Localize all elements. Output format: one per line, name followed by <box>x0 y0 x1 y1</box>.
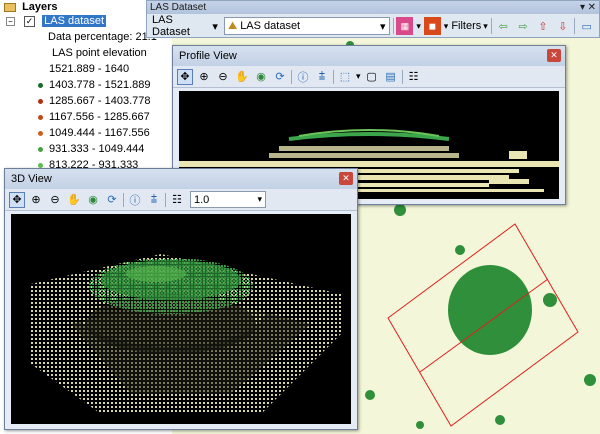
legend-label: 1521.889 - 1640 <box>49 63 130 75</box>
refresh-icon[interactable]: ⟳ <box>272 69 288 85</box>
3d-view-titlebar[interactable]: 3D View ✕ <box>5 169 357 189</box>
exaggeration-select[interactable]: 1.0 ▾ <box>190 191 266 208</box>
legend-label: 1403.778 - 1521.889 <box>49 79 151 91</box>
las-dataset-menu[interactable]: LAS Dataset ▾ <box>149 14 221 38</box>
legend-swatch-icon <box>38 98 43 104</box>
3d-canvas[interactable] <box>11 214 351 424</box>
legend-swatch-icon <box>38 114 43 120</box>
layers-label: Layers <box>22 1 58 13</box>
profile-view-titlebar[interactable]: Profile View ✕ <box>173 46 565 66</box>
graph-icon[interactable]: ▤ <box>383 69 399 85</box>
legend-swatch-icon <box>38 146 43 152</box>
filters-menu[interactable]: Filters ▾ <box>451 20 487 32</box>
separator <box>291 69 292 84</box>
profile-view-toolbar: ✥ ⊕ ⊖ ✋ ◉ ⟳ ⓘ ⩲ ⬚ ▾ ▢ ▤ ☷ <box>173 66 565 88</box>
chevron-down-icon[interactable]: ▾ <box>444 21 449 32</box>
toolbar-titlebar[interactable]: LAS Dataset ▾ ✕ <box>147 1 599 14</box>
3d-view-title: 3D View <box>11 173 52 185</box>
elevation-heading: LAS point elevation <box>52 47 147 59</box>
chevron-down-icon: ▾ <box>380 20 386 33</box>
collapse-icon[interactable]: − <box>6 16 15 26</box>
dataset-label[interactable]: LAS dataset <box>42 15 107 27</box>
legend-label: 1167.556 - 1285.667 <box>49 111 150 123</box>
zoom-out-icon[interactable]: ⊖ <box>215 69 231 85</box>
exaggeration-value: 1.0 <box>194 193 210 206</box>
settings-icon[interactable]: ☷ <box>406 69 422 85</box>
layer-select[interactable]: ⛰ LAS dataset ▾ <box>223 17 390 35</box>
layer-select-icon: ⛰ <box>227 19 238 32</box>
3d-view-toolbar: ✥ ⊕ ⊖ ✋ ◉ ⟳ ⓘ ⩲ ☷ 1.0 ▾ <box>5 189 357 211</box>
pan-hand-icon[interactable]: ✋ <box>66 192 82 208</box>
separator <box>490 18 492 34</box>
las-dataset-toolbar: LAS Dataset ▾ ✕ LAS Dataset ▾ ⛰ LAS data… <box>146 0 600 38</box>
settings-icon[interactable]: ☷ <box>169 192 185 208</box>
pan-hand-icon[interactable]: ✋ <box>234 69 250 85</box>
chevron-down-icon: ▾ <box>483 20 488 31</box>
full-extent-globe-icon[interactable]: ◉ <box>85 192 101 208</box>
layers-root[interactable]: Layers <box>4 0 58 14</box>
zoom-in-icon[interactable]: ⊕ <box>28 192 44 208</box>
legend-item: 931.333 - 1049.444 <box>38 142 144 156</box>
profile-view-title: Profile View <box>179 50 237 62</box>
legend-swatch-icon <box>38 82 43 88</box>
legend-label: 1285.667 - 1403.778 <box>49 95 151 107</box>
separator <box>401 69 403 84</box>
filters-label: Filters <box>451 20 482 32</box>
layers-icon <box>4 2 16 12</box>
legend-item: 1049.444 - 1167.556 <box>38 126 150 140</box>
identify-icon[interactable]: ⓘ <box>127 192 143 208</box>
chevron-down-icon: ▾ <box>257 194 262 204</box>
close-icon[interactable]: ✕ <box>339 172 353 185</box>
toolbar-title: LAS Dataset <box>150 2 207 13</box>
arrow-up-icon[interactable]: ⇧ <box>535 17 552 35</box>
3d-view-window: 3D View ✕ ✥ ⊕ ⊖ ✋ ◉ ⟳ ⓘ ⩲ ☷ 1.0 ▾ <box>4 168 358 430</box>
separator <box>392 18 394 34</box>
measure-icon[interactable]: ⩲ <box>146 192 162 208</box>
arrow-left-icon[interactable]: ⇦ <box>495 17 512 35</box>
data-percentage: Data percentage: 21.1 <box>48 31 157 43</box>
edit-points-icon[interactable]: ⬚ <box>337 69 353 85</box>
legend-swatch-icon <box>38 162 43 168</box>
point-symbology-button[interactable]: ▦ <box>396 17 414 35</box>
legend-swatch-icon <box>38 130 43 136</box>
identify-icon[interactable]: ⓘ <box>295 69 311 85</box>
full-extent-globe-icon[interactable]: ◉ <box>253 69 269 85</box>
legend-item: 1285.667 - 1403.778 <box>38 94 151 108</box>
navigate-icon[interactable]: ✥ <box>9 191 25 208</box>
layer-select-value: LAS dataset <box>240 20 301 32</box>
separator <box>574 18 576 34</box>
zoom-in-icon[interactable]: ⊕ <box>196 69 212 85</box>
arrow-right-icon[interactable]: ⇨ <box>515 17 532 35</box>
separator <box>333 69 334 84</box>
3d-points <box>31 254 341 414</box>
arrow-down-icon[interactable]: ⇩ <box>554 17 571 35</box>
close-icon[interactable]: ✕ <box>588 1 596 14</box>
legend-label: 1049.444 - 1167.556 <box>49 127 150 139</box>
close-icon[interactable]: ✕ <box>547 49 561 62</box>
profile-view-icon[interactable]: ▭ <box>578 17 595 35</box>
chevron-down-icon[interactable]: ▾ <box>356 71 361 82</box>
legend-label: 931.333 - 1049.444 <box>49 143 145 155</box>
refresh-icon[interactable]: ⟳ <box>104 192 120 208</box>
dropdown-arrow-icon[interactable]: ▾ <box>580 1 585 14</box>
legend-item: 1167.556 - 1285.667 <box>38 110 150 124</box>
zoom-out-icon[interactable]: ⊖ <box>47 192 63 208</box>
separator <box>123 192 124 207</box>
export-icon[interactable]: ▢ <box>364 69 380 85</box>
las-dataset-menu-label: LAS Dataset <box>152 14 190 38</box>
chevron-down-icon[interactable]: ▾ <box>416 21 421 32</box>
separator <box>165 192 166 207</box>
navigate-icon[interactable]: ✥ <box>177 68 193 85</box>
measure-icon[interactable]: ⩲ <box>314 69 330 85</box>
layer-visibility-checkbox[interactable]: ✓ <box>24 15 36 27</box>
layer-las-dataset[interactable]: − ✓ LAS dataset <box>6 14 107 28</box>
surface-symbology-button[interactable]: ◼ <box>423 17 441 35</box>
legend-item: 1521.889 - 1640 <box>38 62 129 76</box>
chevron-down-icon: ▾ <box>212 20 218 33</box>
legend-item: 1403.778 - 1521.889 <box>38 78 151 92</box>
